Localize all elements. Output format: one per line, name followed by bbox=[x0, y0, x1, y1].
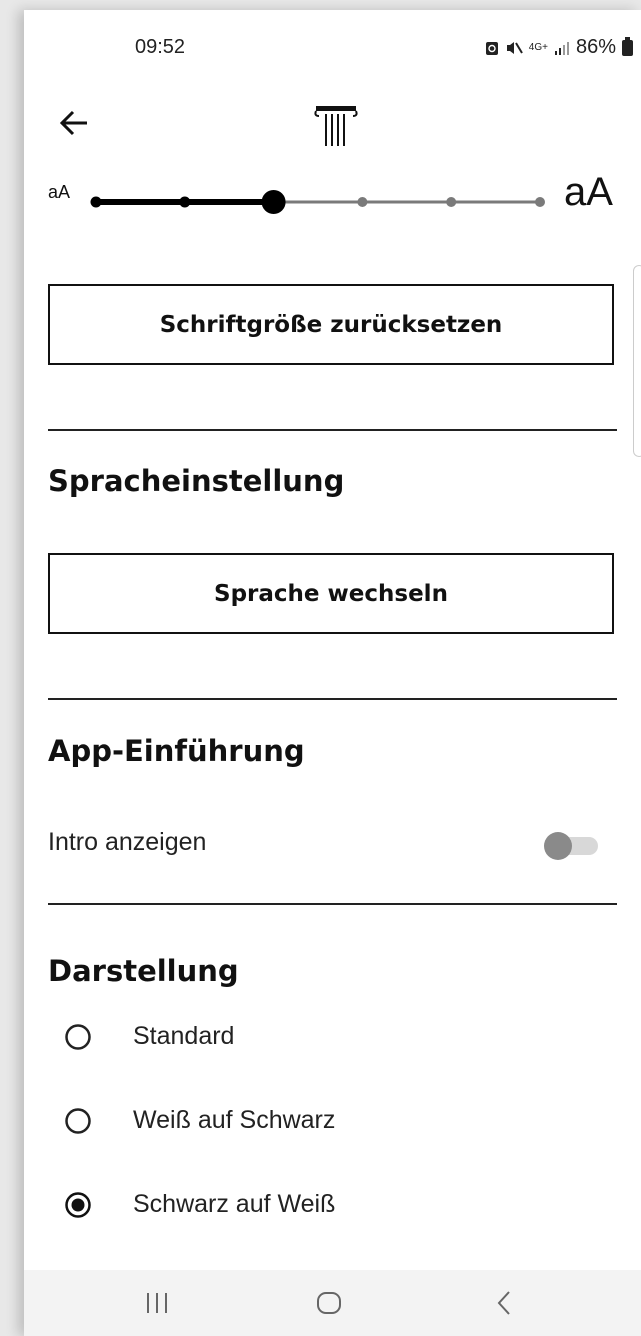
change-language-button[interactable]: Sprache wechseln bbox=[48, 553, 614, 634]
status-time: 09:52 bbox=[135, 36, 186, 58]
slider-step-dot bbox=[535, 197, 545, 207]
battery-percent: 86% bbox=[575, 36, 616, 58]
intro-toggle-label: Intro anzeigen bbox=[48, 828, 207, 856]
radio-black-on-white[interactable] bbox=[64, 1191, 92, 1219]
signal-icon bbox=[554, 41, 569, 55]
battery-icon bbox=[622, 36, 633, 56]
column-logo-icon bbox=[314, 106, 358, 146]
intro-toggle[interactable] bbox=[544, 832, 600, 860]
screen: 09:52 4G+ 86% aA aA Schriftgröße zurücks… bbox=[24, 10, 641, 1336]
slider-step-dot bbox=[90, 196, 102, 208]
radio-label-black-on-white: Schwarz auf Weiß bbox=[133, 1190, 336, 1218]
divider bbox=[48, 698, 617, 700]
network-type: 4G+ bbox=[528, 41, 548, 53]
system-nav-bar bbox=[24, 1270, 641, 1336]
battery-saver-icon bbox=[485, 41, 498, 55]
font-size-small-label: aA bbox=[48, 182, 71, 202]
divider bbox=[48, 429, 617, 431]
recents-icon[interactable] bbox=[142, 1288, 172, 1318]
section-title-intro: App-Einführung bbox=[48, 734, 305, 768]
section-title-display: Darstellung bbox=[48, 954, 239, 988]
radio-label-white-on-black: Weiß auf Schwarz bbox=[133, 1106, 336, 1134]
reset-font-size-button[interactable]: Schriftgröße zurücksetzen bbox=[48, 284, 614, 365]
nav-back-icon[interactable] bbox=[490, 1288, 520, 1318]
slider-step-dot bbox=[179, 196, 191, 208]
font-size-large-label: aA bbox=[564, 170, 613, 214]
radio-white-on-black[interactable] bbox=[64, 1107, 92, 1135]
toggle-thumb bbox=[544, 832, 572, 860]
divider bbox=[48, 903, 617, 905]
font-size-slider[interactable] bbox=[88, 176, 548, 228]
arrow-left-icon[interactable] bbox=[54, 103, 94, 143]
section-title-language: Spracheinstellung bbox=[48, 464, 345, 498]
scroll-indicator[interactable] bbox=[633, 265, 641, 457]
mute-icon bbox=[506, 41, 523, 54]
radio-label-standard: Standard bbox=[133, 1022, 235, 1050]
status-icons: 4G+ 86% bbox=[485, 36, 633, 59]
slider-step-dot bbox=[446, 197, 457, 207]
radio-standard[interactable] bbox=[64, 1023, 92, 1051]
slider-thumb[interactable] bbox=[261, 190, 286, 214]
slider-step-dot bbox=[357, 197, 368, 207]
home-icon[interactable] bbox=[314, 1288, 344, 1318]
